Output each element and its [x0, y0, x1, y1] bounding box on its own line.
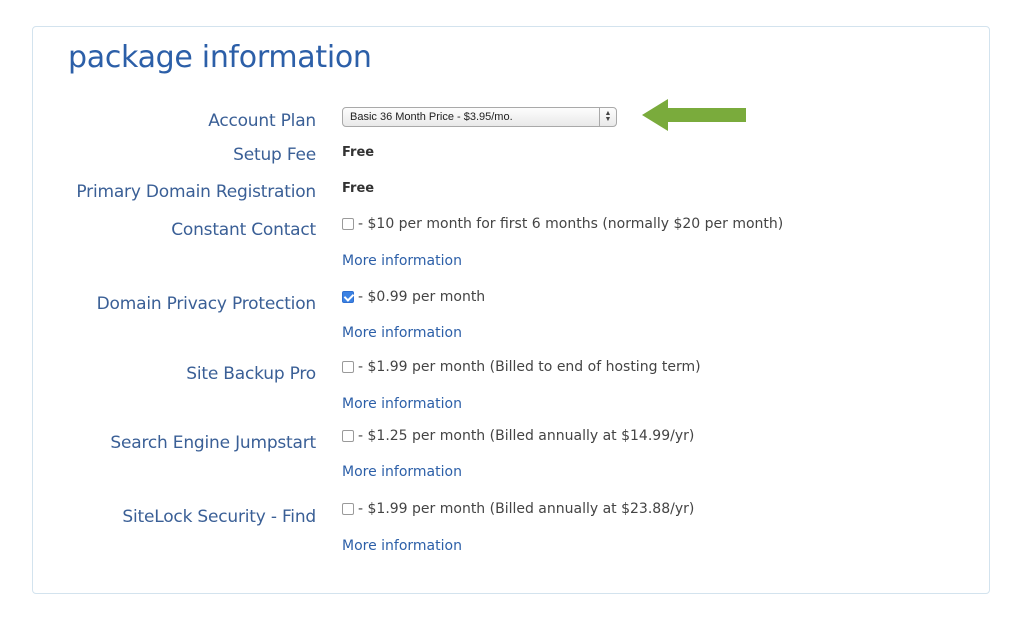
constant-contact-price: - $10 per month for first 6 months (norm…: [358, 216, 784, 232]
account-plan-select[interactable]: Basic 36 Month Price - $3.95/mo. ▲ ▼: [342, 107, 617, 127]
constant-contact-label: Constant Contact: [171, 220, 316, 240]
domain-privacy-more-link[interactable]: More information: [342, 325, 462, 341]
seo-jumpstart-option: - $1.25 per month (Billed annually at $1…: [342, 428, 694, 444]
site-backup-option: - $1.99 per month (Billed to end of host…: [342, 359, 701, 375]
site-backup-checkbox[interactable]: [342, 361, 354, 373]
domain-privacy-option: - $0.99 per month: [342, 289, 485, 305]
domain-privacy-label: Domain Privacy Protection: [96, 294, 317, 314]
green-arrow-left-icon: [642, 99, 746, 131]
site-backup-price: - $1.99 per month (Billed to end of host…: [358, 359, 701, 375]
constant-contact-option: - $10 per month for first 6 months (norm…: [342, 216, 783, 232]
seo-jumpstart-more-link[interactable]: More information: [342, 464, 462, 480]
setup-fee-label: Setup Fee: [233, 145, 316, 165]
seo-jumpstart-price: - $1.25 per month (Billed annually at $1…: [358, 428, 695, 444]
sitelock-price: - $1.99 per month (Billed annually at $2…: [358, 501, 695, 517]
constant-contact-checkbox[interactable]: [342, 218, 354, 230]
page-title: package information: [68, 40, 372, 75]
site-backup-more-link[interactable]: More information: [342, 396, 462, 412]
sitelock-checkbox[interactable]: [342, 503, 354, 515]
primary-domain-label: Primary Domain Registration: [76, 182, 316, 202]
seo-jumpstart-checkbox[interactable]: [342, 430, 354, 442]
setup-fee-value: Free: [342, 145, 375, 160]
domain-privacy-checkbox[interactable]: [342, 291, 354, 303]
primary-domain-value: Free: [342, 181, 375, 196]
sitelock-more-link[interactable]: More information: [342, 538, 462, 554]
account-plan-label: Account Plan: [208, 111, 316, 131]
seo-jumpstart-label: Search Engine Jumpstart: [110, 433, 316, 453]
domain-privacy-price: - $0.99 per month: [358, 289, 486, 305]
sitelock-label: SiteLock Security - Find: [122, 507, 316, 527]
constant-contact-more-link[interactable]: More information: [342, 253, 462, 269]
site-backup-label: Site Backup Pro: [186, 364, 316, 384]
account-plan-selected-value: Basic 36 Month Price - $3.95/mo.: [350, 111, 513, 123]
sitelock-option: - $1.99 per month (Billed annually at $2…: [342, 501, 694, 517]
up-down-chevron-icon: ▲ ▼: [599, 108, 616, 126]
